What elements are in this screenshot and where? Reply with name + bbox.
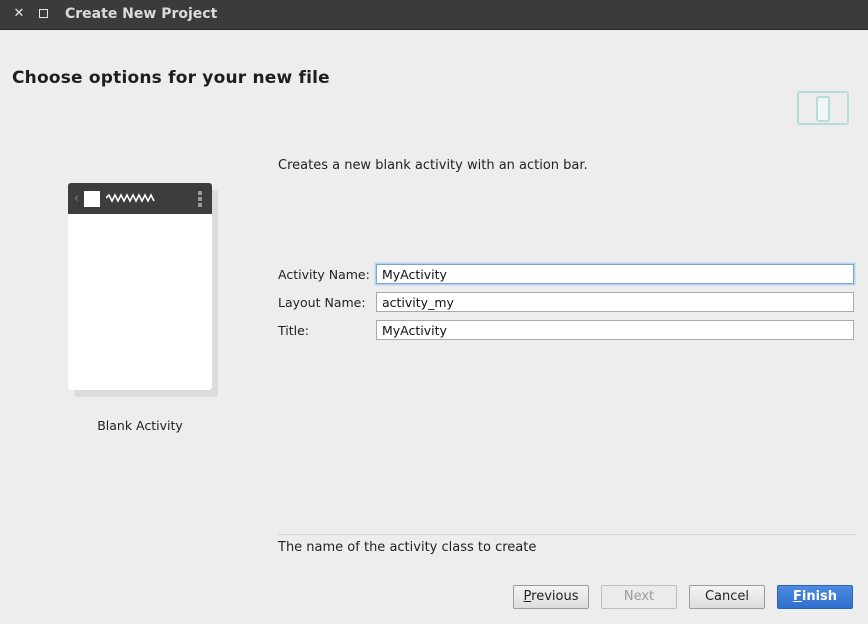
previous-mnemonic: P — [523, 589, 532, 604]
template-preview: ‹ — [68, 183, 212, 390]
finish-button[interactable]: Finish — [777, 585, 853, 609]
close-icon[interactable]: ✕ — [11, 6, 27, 22]
title-field[interactable] — [376, 320, 854, 340]
window-titlebar: ✕ Create New Project — [0, 0, 868, 30]
layout-name-label: Layout Name: — [278, 295, 366, 310]
template-name: Blank Activity — [97, 418, 183, 433]
app-icon — [84, 191, 100, 207]
devices-icon — [797, 91, 849, 125]
next-button[interactable]: Next — [601, 585, 677, 609]
divider — [278, 534, 856, 535]
previous-label: revious — [531, 589, 579, 604]
template-description: Creates a new blank activity with an act… — [278, 158, 588, 173]
title-placeholder-icon — [106, 193, 155, 203]
window-title: Create New Project — [65, 6, 218, 22]
activity-name-field[interactable] — [376, 264, 854, 284]
back-icon: ‹ — [74, 191, 79, 205]
maximize-icon[interactable] — [35, 6, 51, 22]
finish-label: inish — [801, 589, 838, 604]
overflow-menu-icon — [198, 191, 202, 207]
layout-name-field[interactable] — [376, 292, 854, 312]
title-label: Title: — [278, 323, 309, 338]
action-bar-preview: ‹ — [68, 183, 212, 214]
wizard-header: Choose options for your new file — [0, 30, 868, 126]
cancel-button[interactable]: Cancel — [689, 585, 765, 609]
page-title: Choose options for your new file — [12, 68, 330, 88]
activity-name-label: Activity Name: — [278, 267, 370, 282]
previous-button[interactable]: Previous — [513, 585, 589, 609]
finish-mnemonic: F — [792, 589, 802, 604]
field-hint: The name of the activity class to create — [278, 540, 537, 555]
